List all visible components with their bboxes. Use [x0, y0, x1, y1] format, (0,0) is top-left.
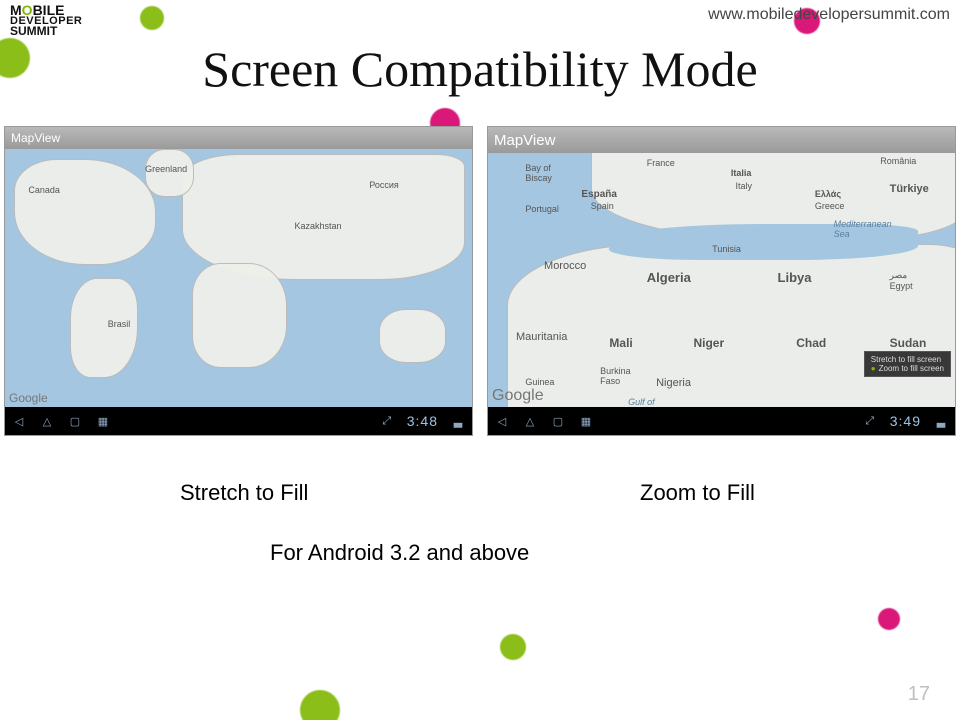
map-label: România — [880, 156, 916, 166]
map-label: Italy — [736, 181, 753, 191]
map-label: Spain — [591, 201, 614, 211]
event-url: www.mobiledevelopersummit.com — [708, 6, 950, 24]
map-label: Mali — [609, 336, 632, 350]
map-label: Greenland — [145, 164, 187, 174]
map-label: Ελλάς — [815, 189, 841, 199]
caption-left: Stretch to Fill — [180, 480, 308, 506]
caption-right: Zoom to Fill — [640, 480, 755, 506]
map-label: Türkiye — [890, 183, 929, 195]
screenshot-stretch: MapView Canada Greenland Россия Kazakhst… — [4, 126, 473, 436]
home-icon[interactable]: △ — [39, 414, 55, 428]
map-label: Sudan — [890, 336, 927, 350]
map-label: Brasil — [108, 319, 131, 329]
map-label: Burkina Faso — [600, 366, 631, 386]
compat-mode-popup[interactable]: Stretch to fill screen ●Zoom to fill scr… — [864, 351, 951, 377]
home-icon[interactable]: △ — [522, 414, 538, 428]
app-header-left: MapView — [5, 127, 472, 149]
map-label: Chad — [796, 336, 826, 350]
map-label: Gulf of — [628, 397, 655, 407]
map-label: Tunisia — [712, 244, 741, 254]
event-logo: MOBILE DEVELOPER SUMMIT — [10, 4, 82, 37]
map-label: Nigeria — [656, 377, 691, 389]
recent-icon[interactable]: ▢ — [67, 414, 83, 428]
popup-option-stretch[interactable]: Stretch to fill screen — [871, 355, 944, 364]
google-watermark: Google — [9, 391, 48, 405]
map-europe-africa: France Bay of Biscay España Spain Portug… — [488, 153, 955, 407]
map-label: Kazakhstan — [295, 221, 342, 231]
map-label: Greece — [815, 201, 845, 211]
subtitle: For Android 3.2 and above — [270, 540, 529, 566]
map-label: Niger — [693, 336, 724, 350]
map-label: مصر Egypt — [890, 270, 913, 291]
compat-icon[interactable]: ⤢ — [379, 414, 395, 428]
app-header-right: MapView — [488, 127, 955, 153]
map-label: Portugal — [525, 204, 559, 214]
clock: 3:49 — [890, 413, 921, 429]
compat-icon[interactable]: ⤢ — [862, 414, 878, 428]
apps-icon[interactable]: ▦ — [578, 414, 594, 428]
map-label: España — [581, 189, 617, 200]
popup-option-zoom[interactable]: ●Zoom to fill screen — [871, 364, 944, 373]
map-label: Россия — [369, 180, 399, 190]
screenshot-zoom: MapView France Bay of Biscay España Spai… — [487, 126, 956, 436]
page-number: 17 — [908, 683, 930, 706]
map-label: Guinea — [525, 377, 554, 387]
back-icon[interactable]: ◁ — [494, 414, 510, 428]
map-label: Italia — [731, 168, 752, 178]
map-label: Bay of Biscay — [525, 163, 552, 183]
android-navbar-right: ◁ △ ▢ ▦ ⤢ 3:49 ▃ — [488, 407, 955, 435]
android-navbar-left: ◁ △ ▢ ▦ ⤢ 3:48 ▃ — [5, 407, 472, 435]
map-label: Mediterranean Sea — [834, 219, 892, 239]
google-watermark: Google — [492, 387, 544, 405]
slide-title: Screen Compatibility Mode — [0, 40, 960, 98]
map-label: France — [647, 158, 675, 168]
map-label: Mauritania — [516, 331, 567, 343]
recent-icon[interactable]: ▢ — [550, 414, 566, 428]
map-label: Morocco — [544, 260, 586, 272]
map-label: Canada — [28, 185, 60, 195]
wifi-icon: ▃ — [450, 414, 466, 428]
map-world: Canada Greenland Россия Kazakhstan Brasi… — [5, 149, 472, 407]
wifi-icon: ▃ — [933, 414, 949, 428]
map-label: Libya — [778, 270, 812, 285]
apps-icon[interactable]: ▦ — [95, 414, 111, 428]
clock: 3:48 — [407, 413, 438, 429]
back-icon[interactable]: ◁ — [11, 414, 27, 428]
map-label: Algeria — [647, 270, 691, 285]
